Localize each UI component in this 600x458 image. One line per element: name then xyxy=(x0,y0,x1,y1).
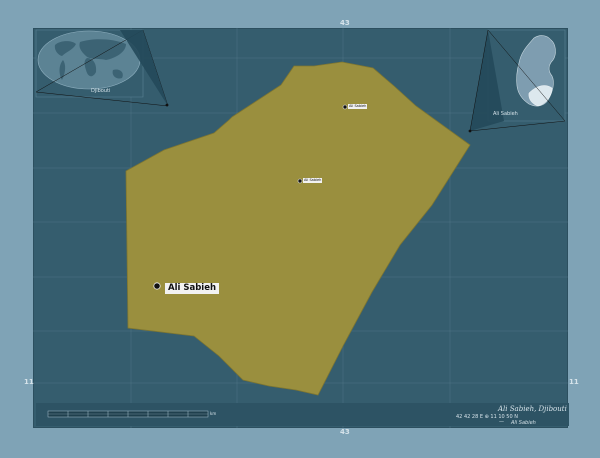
settlement-label: Ali Sabieh xyxy=(303,178,323,183)
caption-coordinates: 42 42 28 E ⊕ 11 10 50 N xyxy=(456,414,518,420)
caption-legend-label: Ali Sabieh xyxy=(511,420,536,426)
inset-world-label: Djibouti xyxy=(91,88,111,94)
axis-label-right: 11 xyxy=(569,378,579,386)
caption-title: Ali Sabieh, Djibouti xyxy=(498,405,567,413)
map-canvas: Ali Sabieh Ali Sabieh Ali Sabieh Djibout… xyxy=(0,0,600,458)
region-main-label: Ali Sabieh xyxy=(165,283,220,294)
inset-country-label: Ali Sabieh xyxy=(493,111,518,117)
scale-unit: km xyxy=(210,411,217,416)
axis-label-bottom: 43 xyxy=(340,428,350,436)
scale-bar-overlay xyxy=(47,410,209,418)
legend-line-icon: — xyxy=(499,419,504,425)
axis-label-left: 11 xyxy=(24,378,34,386)
settlement-label: Ali Sabieh xyxy=(348,104,368,109)
axis-label-top: 43 xyxy=(340,19,350,27)
